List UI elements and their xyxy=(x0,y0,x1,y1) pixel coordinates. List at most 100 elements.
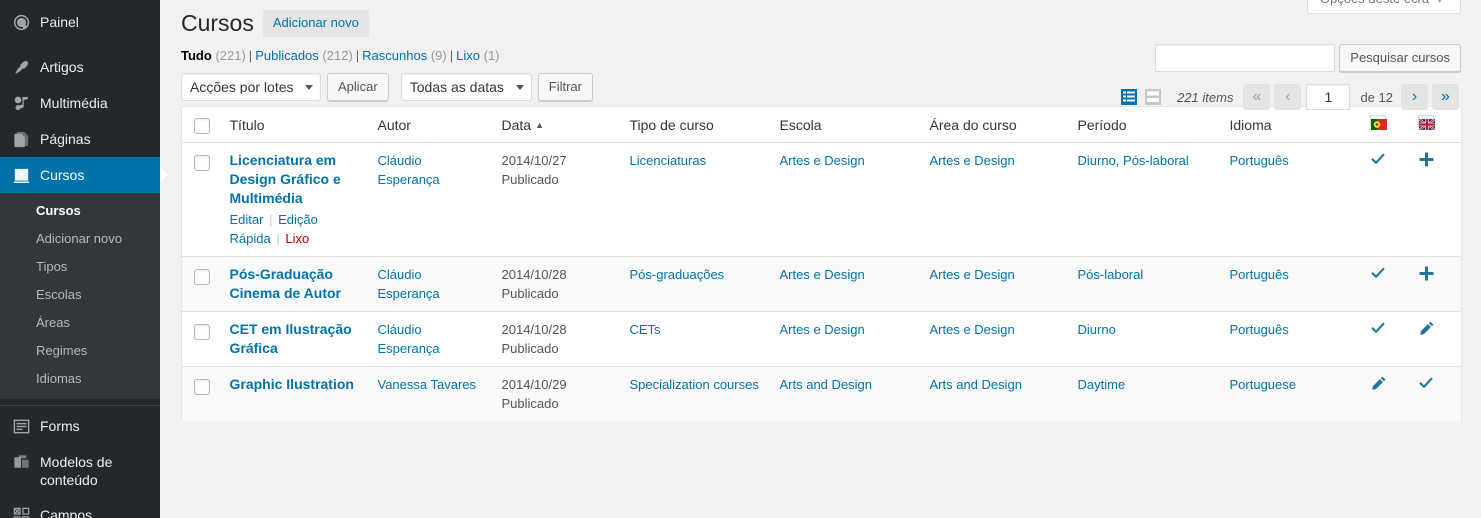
cell-translation-pt[interactable] xyxy=(1359,311,1408,367)
school-link[interactable]: Arts and Design xyxy=(780,377,873,392)
add-new-button[interactable]: Adicionar novo xyxy=(262,10,369,37)
language-link[interactable]: Portuguese xyxy=(1230,377,1297,392)
period-link[interactable]: Diurno xyxy=(1078,322,1116,337)
prev-page-button[interactable]: ‹ xyxy=(1274,84,1302,110)
area-link[interactable]: Arts and Design xyxy=(930,377,1023,392)
row-action-trash[interactable]: Lixo xyxy=(285,231,309,246)
cell-author: Cláudio Esperança xyxy=(367,256,492,312)
cell-translation-en[interactable] xyxy=(1407,256,1462,312)
column-sort-link[interactable]: Título xyxy=(230,117,265,133)
language-link[interactable]: Português xyxy=(1230,267,1289,282)
author-link[interactable]: Cláudio Esperança xyxy=(378,322,440,356)
pencil-icon[interactable] xyxy=(1418,320,1452,337)
cell-translation-en[interactable] xyxy=(1407,366,1462,422)
column-sort-link[interactable]: Data xyxy=(502,117,532,133)
bulk-actions-select[interactable]: Acções por lotes xyxy=(181,73,321,101)
row-title-link[interactable]: Graphic Ilustration xyxy=(230,375,354,394)
submenu-item-adicionarnovo[interactable]: Adicionar novo xyxy=(0,225,160,253)
plus-icon[interactable] xyxy=(1418,265,1452,282)
period-link[interactable]: Daytime xyxy=(1078,377,1126,392)
column-header-type[interactable]: Tipo de curso xyxy=(619,106,770,144)
sidebar-item-modelosdecontedo[interactable]: Modelos de conteúdo xyxy=(0,444,160,497)
check-icon[interactable] xyxy=(1370,265,1398,281)
last-page-button[interactable]: » xyxy=(1432,84,1459,110)
column-header-author[interactable]: Autor xyxy=(367,106,492,144)
check-icon[interactable] xyxy=(1370,151,1398,167)
submenu-item-escolas[interactable]: Escolas xyxy=(0,281,160,309)
apply-button[interactable]: Aplicar xyxy=(327,73,389,101)
period-link[interactable]: Diurno, Pós-laboral xyxy=(1078,153,1189,168)
sidebar-item-campospersonalizad[interactable]: Campos personalizados xyxy=(0,497,160,518)
column-header-school[interactable]: Escola xyxy=(769,106,920,144)
search-input[interactable] xyxy=(1155,44,1336,72)
row-title-link[interactable]: Pós-Graduação Cinema de Autor xyxy=(230,265,358,303)
cell-translation-en[interactable] xyxy=(1407,311,1462,367)
list-view-icon[interactable] xyxy=(1119,87,1139,107)
column-sort-link[interactable]: Período xyxy=(1078,117,1127,133)
course-type-link[interactable]: Licenciaturas xyxy=(630,153,707,168)
search-button[interactable]: Pesquisar cursos xyxy=(1339,44,1461,72)
author-link[interactable]: Cláudio Esperança xyxy=(378,153,440,187)
area-link[interactable]: Artes e Design xyxy=(930,153,1015,168)
school-link[interactable]: Artes e Design xyxy=(780,267,865,282)
submenu-item-tipos[interactable]: Tipos xyxy=(0,253,160,281)
row-checkbox[interactable] xyxy=(194,378,210,395)
author-link[interactable]: Cláudio Esperança xyxy=(378,267,440,301)
row-checkbox[interactable] xyxy=(194,268,210,285)
submenu-item-cursos[interactable]: Cursos xyxy=(0,197,160,225)
school-link[interactable]: Artes e Design xyxy=(780,153,865,168)
submenu-item-idiomas[interactable]: Idiomas xyxy=(0,365,160,393)
row-checkbox[interactable] xyxy=(194,323,210,340)
cell-translation-pt[interactable] xyxy=(1360,143,1408,257)
first-page-button[interactable]: « xyxy=(1243,84,1271,110)
plus-icon[interactable] xyxy=(1418,151,1452,168)
current-page-input[interactable] xyxy=(1306,84,1351,110)
area-link[interactable]: Artes e Design xyxy=(930,322,1015,337)
check-icon[interactable] xyxy=(1418,375,1452,391)
sidebar-item-pginas[interactable]: Páginas xyxy=(0,121,160,157)
cell-translation-pt[interactable] xyxy=(1359,256,1408,312)
filter-link-tudo[interactable]: Tudo xyxy=(181,48,212,63)
pencil-icon[interactable] xyxy=(1370,375,1398,392)
column-sort-link[interactable]: Idioma xyxy=(1230,117,1272,133)
course-type-link[interactable]: Specialization courses xyxy=(630,377,759,392)
language-link[interactable]: Português xyxy=(1230,153,1289,168)
language-link[interactable]: Português xyxy=(1230,322,1289,337)
sidebar-item-artigos[interactable]: Artigos xyxy=(0,49,160,85)
column-header-date[interactable]: Data ▲ xyxy=(491,106,620,144)
submenu-item-regimes[interactable]: Regimes xyxy=(0,337,160,365)
course-type-link[interactable]: CETs xyxy=(630,322,661,337)
date-filter-select[interactable]: Todas as datas xyxy=(400,73,532,101)
filter-button[interactable]: Filtrar xyxy=(537,73,593,101)
column-sort-link[interactable]: Tipo de curso xyxy=(630,117,714,133)
column-header-title[interactable]: Título xyxy=(219,106,368,144)
school-link[interactable]: Artes e Design xyxy=(780,322,865,337)
column-sort-link[interactable]: Autor xyxy=(378,117,411,133)
author-link[interactable]: Vanessa Tavares xyxy=(378,377,477,392)
sidebar-item-multimdia[interactable]: Multimédia xyxy=(0,85,160,121)
excerpt-view-icon[interactable] xyxy=(1143,87,1163,107)
sidebar-item-painel[interactable]: Painel xyxy=(0,4,160,40)
row-action-edit[interactable]: Editar xyxy=(230,212,264,227)
filter-link-rascunhos[interactable]: Rascunhos xyxy=(362,48,427,63)
filter-link-publicados[interactable]: Publicados xyxy=(255,48,319,63)
row-checkbox[interactable] xyxy=(194,154,210,171)
next-page-button[interactable]: › xyxy=(1401,84,1428,110)
column-sort-link[interactable]: Área do curso xyxy=(930,117,1017,133)
cell-translation-en[interactable] xyxy=(1408,143,1462,257)
submenu-item-reas[interactable]: Áreas xyxy=(0,309,160,337)
cell-translation-pt[interactable] xyxy=(1359,366,1408,422)
row-title-link[interactable]: Licenciatura em Design Gráfico e Multimé… xyxy=(230,151,358,208)
select-all-checkbox[interactable] xyxy=(194,118,210,135)
sidebar-item-forms[interactable]: Forms xyxy=(0,408,160,444)
column-header-area[interactable]: Área do curso xyxy=(919,106,1068,144)
column-sort-link[interactable]: Escola xyxy=(780,117,822,133)
area-link[interactable]: Artes e Design xyxy=(930,267,1015,282)
screen-options-tab[interactable]: Opções deste ecrã ▼ xyxy=(1306,0,1461,14)
course-type-link[interactable]: Pós-graduações xyxy=(630,267,725,282)
check-icon[interactable] xyxy=(1370,320,1398,336)
filter-link-lixo[interactable]: Lixo xyxy=(456,48,480,63)
period-link[interactable]: Pós-laboral xyxy=(1078,267,1144,282)
sidebar-item-cursos[interactable]: Cursos xyxy=(0,157,168,193)
row-title-link[interactable]: CET em Ilustração Gráfica xyxy=(230,320,358,358)
